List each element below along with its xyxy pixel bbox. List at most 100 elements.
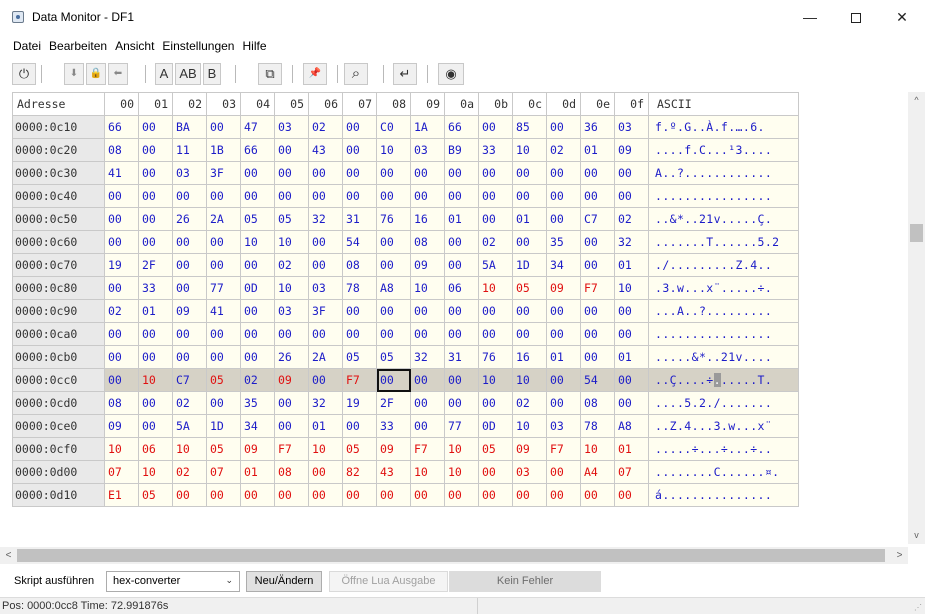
byte-cell[interactable]: 10 <box>478 276 513 300</box>
byte-cell[interactable]: 00 <box>546 184 581 208</box>
byte-cell[interactable]: 00 <box>172 483 207 507</box>
column-header[interactable]: 06 <box>308 92 343 116</box>
ascii-cell[interactable]: ................ <box>648 184 799 208</box>
byte-cell[interactable]: 00 <box>512 299 547 323</box>
byte-cell[interactable]: 02 <box>614 207 649 231</box>
byte-cell[interactable]: 10 <box>138 460 173 484</box>
byte-cell[interactable]: 00 <box>342 161 377 185</box>
hex-grid[interactable]: Adresse 00 01 02 03 04 05 06 07 08 09 0a 0b 0c 0d 0e 0f… <box>12 92 908 544</box>
byte-cell[interactable]: 16 <box>512 345 547 369</box>
byte-cell[interactable]: 43 <box>308 138 343 162</box>
column-header[interactable]: 09 <box>410 92 445 116</box>
byte-cell[interactable]: 02 <box>274 253 309 277</box>
scroll-down-icon[interactable]: v <box>908 527 925 544</box>
byte-cell[interactable]: 31 <box>444 345 479 369</box>
arrow-left-icon[interactable]: ⬅ <box>108 63 128 85</box>
byte-cell[interactable]: 00 <box>342 299 377 323</box>
byte-cell[interactable]: 00 <box>342 138 377 162</box>
byte-cell[interactable]: 00 <box>546 483 581 507</box>
byte-cell[interactable]: 00 <box>614 368 649 392</box>
byte-cell[interactable]: 00 <box>138 414 173 438</box>
byte-cell[interactable]: BA <box>172 115 207 139</box>
byte-cell[interactable]: 00 <box>580 299 615 323</box>
byte-cell[interactable]: 00 <box>614 161 649 185</box>
table-row[interactable]: 0000:0cb0 00 00 00 00 00 26 2A 05 05 32 31 76 16 01 00 0… <box>12 345 799 369</box>
byte-cell[interactable]: 00 <box>546 299 581 323</box>
byte-cell[interactable]: 5A <box>172 414 207 438</box>
column-header[interactable]: 0a <box>444 92 479 116</box>
byte-cell[interactable]: 26 <box>172 207 207 231</box>
byte-cell[interactable]: 00 <box>138 184 173 208</box>
byte-cell[interactable]: 00 <box>512 184 547 208</box>
byte-cell[interactable]: 09 <box>274 368 309 392</box>
ascii-cell[interactable]: ..Ç....÷......T. <box>648 368 799 392</box>
byte-cell[interactable]: 00 <box>376 184 411 208</box>
vertical-scrollbar[interactable]: ^ v <box>908 92 925 544</box>
byte-cell[interactable]: 01 <box>614 253 649 277</box>
byte-cell[interactable]: 41 <box>206 299 241 323</box>
table-row[interactable]: 0000:0c80 00 33 00 77 0D 10 03 78 A8 10 06 10 05 09 F7 1… <box>12 276 799 300</box>
byte-cell[interactable]: 00 <box>206 230 241 254</box>
byte-cell[interactable]: 00 <box>444 184 479 208</box>
byte-cell[interactable]: 00 <box>308 368 343 392</box>
byte-cell[interactable]: 00 <box>138 230 173 254</box>
byte-cell[interactable]: 01 <box>444 207 479 231</box>
byte-cell[interactable]: 00 <box>376 161 411 185</box>
byte-cell[interactable]: 09 <box>546 276 581 300</box>
byte-cell[interactable]: 00 <box>614 299 649 323</box>
byte-cell[interactable]: 10 <box>410 460 445 484</box>
byte-cell[interactable]: 2A <box>206 207 241 231</box>
byte-cell[interactable]: 00 <box>478 184 513 208</box>
byte-cell[interactable]: A8 <box>614 414 649 438</box>
resize-grip-icon[interactable]: ⋰ <box>914 603 922 612</box>
byte-cell[interactable]: 00 <box>138 322 173 346</box>
byte-cell[interactable]: 00 <box>342 414 377 438</box>
byte-cell[interactable]: 00 <box>138 115 173 139</box>
byte-cell[interactable]: 10 <box>512 368 547 392</box>
byte-cell[interactable]: 00 <box>444 368 479 392</box>
byte-cell[interactable]: 07 <box>206 460 241 484</box>
byte-cell[interactable]: 00 <box>308 184 343 208</box>
ascii-cell[interactable]: .....÷...÷...÷.. <box>648 437 799 461</box>
byte-cell[interactable]: 08 <box>274 460 309 484</box>
byte-cell[interactable]: 10 <box>138 368 173 392</box>
byte-cell[interactable]: 43 <box>376 460 411 484</box>
format-a-button[interactable]: A <box>155 63 173 85</box>
ascii-cell[interactable]: .......T......5.2 <box>648 230 799 254</box>
byte-cell[interactable]: 09 <box>410 253 445 277</box>
byte-cell[interactable]: 00 <box>240 161 275 185</box>
byte-cell[interactable]: 00 <box>138 161 173 185</box>
byte-cell[interactable]: 00 <box>240 184 275 208</box>
byte-cell[interactable]: 00 <box>410 483 445 507</box>
close-button[interactable]: ✕ <box>879 0 925 34</box>
byte-cell[interactable]: 00 <box>240 345 275 369</box>
byte-cell[interactable]: 32 <box>410 345 445 369</box>
byte-cell[interactable]: 00 <box>410 299 445 323</box>
byte-cell[interactable]: 00 <box>410 184 445 208</box>
byte-cell[interactable]: 00 <box>410 161 445 185</box>
byte-cell[interactable]: 00 <box>240 253 275 277</box>
menu-hilfe[interactable]: Hilfe <box>238 36 270 56</box>
byte-cell[interactable]: 00 <box>478 322 513 346</box>
table-row[interactable]: 0000:0c30 41 00 03 3F 00 00 00 00 00 00 00 00 00 00 00 0… <box>12 161 799 185</box>
byte-cell[interactable]: 00 <box>104 184 139 208</box>
byte-cell[interactable]: 08 <box>342 253 377 277</box>
byte-cell[interactable]: 3F <box>206 161 241 185</box>
scroll-up-icon[interactable]: ^ <box>908 92 925 109</box>
byte-cell[interactable]: 00 <box>512 161 547 185</box>
byte-cell[interactable]: 1B <box>206 138 241 162</box>
byte-cell[interactable]: 01 <box>580 138 615 162</box>
maximize-button[interactable] <box>833 0 879 34</box>
byte-cell[interactable]: B9 <box>444 138 479 162</box>
menu-ansicht[interactable]: Ansicht <box>111 36 158 56</box>
window-icon[interactable]: ⧉ <box>258 63 282 85</box>
byte-cell[interactable]: 00 <box>478 299 513 323</box>
byte-cell[interactable]: 66 <box>240 138 275 162</box>
byte-cell[interactable]: 00 <box>342 115 377 139</box>
byte-cell[interactable]: 85 <box>512 115 547 139</box>
byte-cell[interactable]: 05 <box>274 207 309 231</box>
byte-cell[interactable]: 00 <box>240 483 275 507</box>
byte-cell[interactable]: 00 <box>308 253 343 277</box>
byte-cell[interactable]: 00 <box>546 115 581 139</box>
byte-cell[interactable]: 00 <box>478 115 513 139</box>
